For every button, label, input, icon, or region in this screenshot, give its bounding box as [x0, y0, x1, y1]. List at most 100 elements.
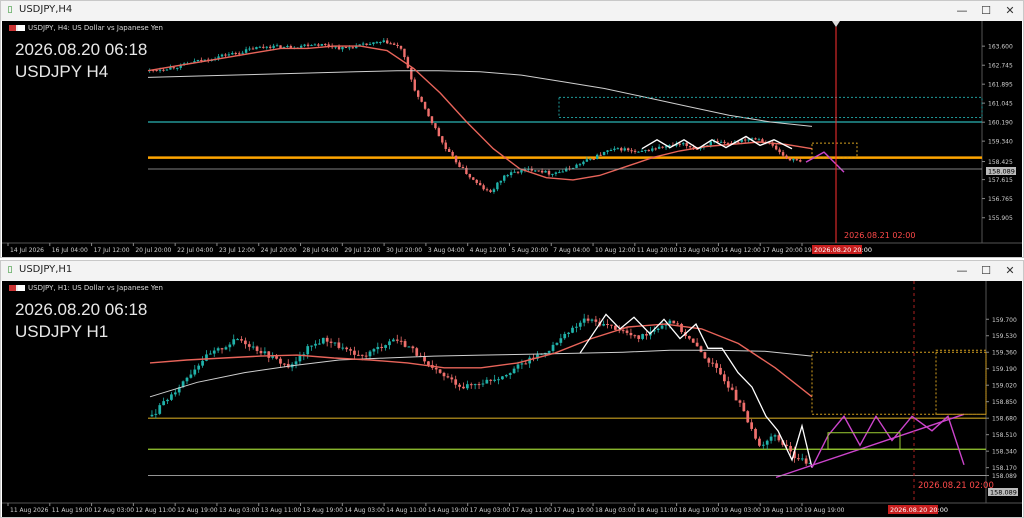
- candle-body: [251, 48, 255, 50]
- price-chart[interactable]: 159.700 159.530 159.360 159.190 159.020 158.8…: [2, 281, 1022, 517]
- candle-body: [441, 136, 444, 143]
- price-marker-text: 158.089: [988, 168, 1015, 176]
- candle-body: [403, 341, 407, 347]
- candle-body: [437, 128, 441, 137]
- candle-body: [589, 158, 592, 160]
- candle-body: [472, 177, 475, 180]
- candle-body: [358, 44, 361, 46]
- candle-body: [417, 90, 420, 97]
- candle-body: [489, 190, 492, 192]
- candle-body: [353, 350, 356, 355]
- candle-body: [279, 358, 282, 364]
- x-tick-label: 19 Aug 03:00: [720, 507, 761, 514]
- x-tick-label: 30 Jul 20:00: [386, 247, 422, 254]
- candle-body: [594, 319, 598, 322]
- candle-body: [395, 339, 399, 341]
- candle-body: [613, 148, 616, 151]
- x-tick-label: 11 Aug 20:00: [637, 247, 678, 254]
- x-tick-label: 11 Aug 19:00: [52, 507, 93, 514]
- candle-body: [512, 368, 516, 374]
- candle-body: [321, 337, 325, 344]
- minimize-button[interactable]: —: [951, 3, 973, 19]
- x-tick-label: 18 Aug 03:00: [595, 507, 636, 514]
- candle-body: [481, 383, 485, 385]
- candle-body: [647, 150, 651, 152]
- candle-body: [447, 148, 451, 152]
- x-tick-label: 12 Aug 19:00: [177, 507, 218, 514]
- candle-body: [715, 363, 718, 368]
- minimize-button[interactable]: —: [951, 263, 973, 279]
- candle-body: [384, 345, 387, 348]
- x-tick-label: 18 Aug 11:00: [637, 507, 678, 514]
- candle-body: [227, 54, 231, 56]
- window-titlebar[interactable]: ▯ USDJPY,H1 — ☐ ✕: [1, 261, 1023, 281]
- candle-body: [360, 354, 364, 356]
- candle-body: [372, 42, 375, 44]
- candle-body: [559, 338, 563, 343]
- candle-body: [640, 150, 644, 152]
- y-tick-label: 156.765: [988, 196, 1013, 203]
- y-tick-label: 161.045: [988, 101, 1013, 108]
- candle-body: [478, 182, 482, 186]
- price-marker-text: 158.089: [990, 489, 1017, 497]
- candle-body: [754, 428, 757, 439]
- window-titlebar[interactable]: ▯ USDJPY,H4 — ☐ ✕: [1, 1, 1023, 21]
- candle-body: [730, 387, 734, 390]
- candle-body: [734, 389, 738, 401]
- maximize-button[interactable]: ☐: [975, 263, 997, 279]
- close-button[interactable]: ✕: [999, 263, 1021, 279]
- candle-body: [497, 379, 500, 381]
- vline-label: 2026.08.21 02:00: [844, 231, 915, 240]
- candle-body: [795, 159, 799, 161]
- candle-body: [313, 44, 317, 46]
- y-tick-label: 157.615: [988, 177, 1013, 184]
- candle-body: [411, 346, 415, 349]
- x-tick-label: 14 Aug 11:00: [386, 507, 427, 514]
- candle-body: [719, 367, 722, 375]
- candle-body: [682, 143, 685, 145]
- candle-body: [389, 43, 392, 45]
- candle-body: [558, 172, 561, 174]
- candle-body: [685, 143, 688, 146]
- candle-body: [386, 40, 389, 44]
- candle-body: [244, 340, 247, 345]
- candle-body: [626, 148, 630, 151]
- candle-body: [372, 349, 376, 352]
- candle-body: [368, 351, 372, 357]
- candle-body: [155, 70, 158, 72]
- candle-body: [172, 67, 176, 69]
- maximize-button[interactable]: ☐: [975, 3, 997, 19]
- candle-body: [259, 350, 263, 354]
- candle-body: [680, 323, 683, 333]
- price-chart[interactable]: 163.600 162.745 161.895 161.045 160.190 159.3…: [2, 21, 1022, 257]
- candle-body: [800, 458, 804, 460]
- candle-body: [629, 332, 633, 336]
- candle-body: [220, 54, 224, 57]
- candle-body: [298, 355, 302, 362]
- candle-body: [454, 155, 458, 163]
- candle-body: [602, 324, 606, 326]
- candle-body: [238, 53, 241, 55]
- x-tick-label: 17 Aug 11:00: [511, 507, 552, 514]
- candle-body: [676, 323, 680, 325]
- chart-window-h1[interactable]: ▯ USDJPY,H1 — ☐ ✕ 159.700 159.530 159.360 1…: [0, 260, 1024, 518]
- x-tick-label: 5 Aug 20:00: [511, 247, 548, 254]
- candle-body: [485, 189, 489, 191]
- close-button[interactable]: ✕: [999, 3, 1021, 19]
- candle-body: [434, 367, 438, 370]
- candle-body: [344, 47, 348, 49]
- candle-body: [547, 350, 551, 353]
- candle-body: [524, 363, 528, 365]
- candle-body: [451, 151, 454, 156]
- candle-body: [220, 348, 224, 350]
- candle-body: [420, 96, 423, 102]
- candle-body: [750, 422, 754, 429]
- candle-body: [578, 322, 582, 327]
- x-tick-label: 13 Aug 11:00: [261, 507, 302, 514]
- candle-body: [324, 43, 327, 45]
- chart-window-h4[interactable]: ▯ USDJPY,H4 — ☐ ✕ 163.600 162.745 161.895 1…: [0, 0, 1024, 258]
- candle-body: [403, 48, 406, 58]
- candle-body: [454, 379, 458, 385]
- candle-body: [329, 341, 333, 343]
- candle-body: [469, 384, 473, 386]
